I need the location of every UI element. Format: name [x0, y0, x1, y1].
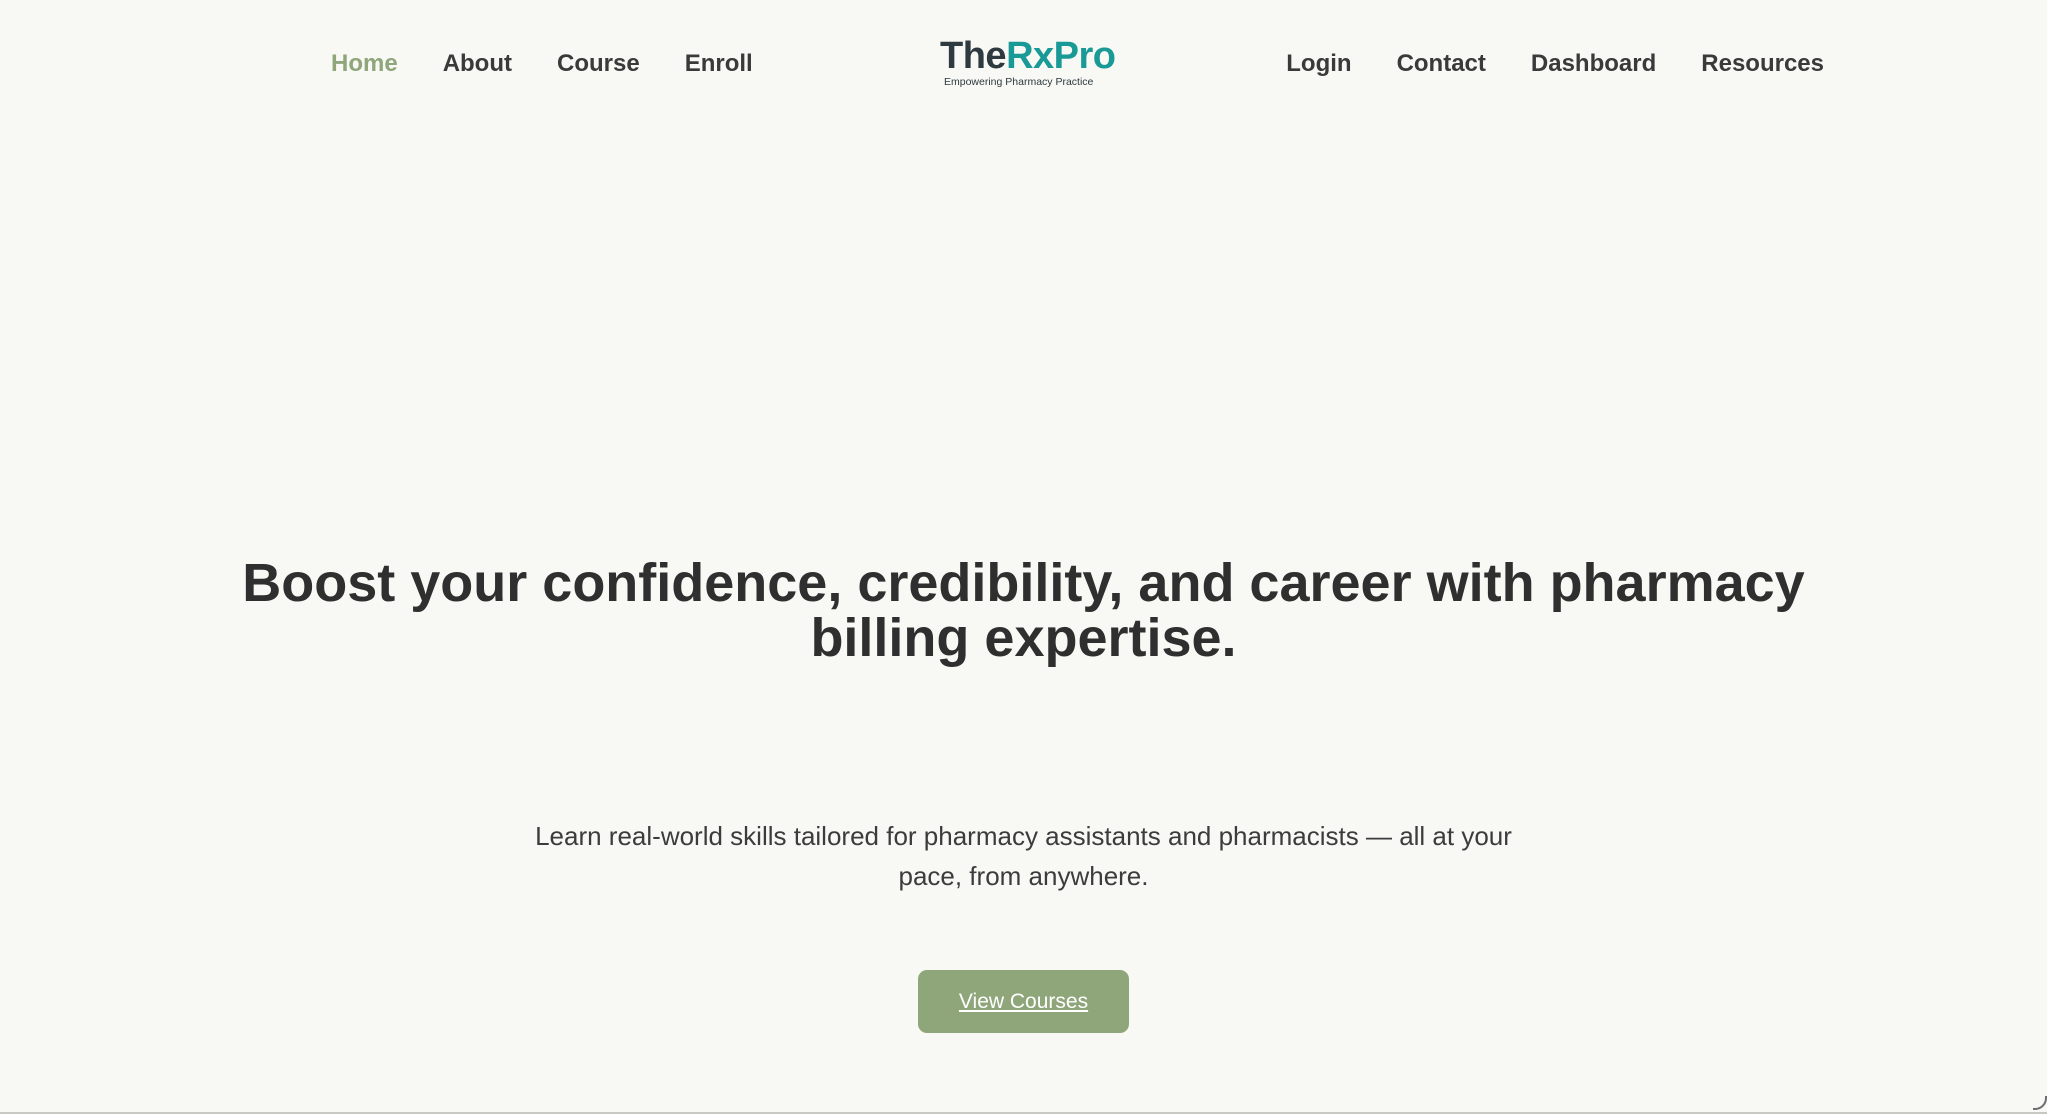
nav-link-enroll[interactable]: Enroll — [685, 48, 753, 80]
primary-nav-right: Login Contact Dashboard Resources — [1286, 48, 1824, 80]
primary-nav-left: Home About Course Enroll — [331, 48, 753, 80]
nav-link-course[interactable]: Course — [557, 48, 640, 80]
logo-wordmark-the: The — [940, 35, 1007, 77]
view-courses-button[interactable]: View Courses — [918, 970, 1129, 1033]
page: Home About Course Enroll TheRxPro Empowe… — [0, 0, 2047, 1114]
nav-link-resources[interactable]: Resources — [1701, 48, 1824, 80]
hero-subtitle: Learn real-world skills tailored for pha… — [535, 821, 1512, 891]
logo-wordmark: TheRxPro — [940, 35, 1116, 77]
window-corner — [2033, 1096, 2047, 1110]
site-header: Home About Course Enroll TheRxPro Empowe… — [0, 0, 2047, 130]
logo-tagline: Empowering Pharmacy Practice — [944, 76, 1094, 88]
nav-link-login[interactable]: Login — [1286, 48, 1351, 80]
nav-link-about[interactable]: About — [443, 48, 512, 80]
hero-title: Boost your confidence, credibility, and … — [242, 553, 1805, 668]
nav-link-dashboard[interactable]: Dashboard — [1531, 48, 1656, 80]
logo-wordmark-rxpro: RxPro — [1006, 35, 1116, 77]
nav-link-home[interactable]: Home — [331, 48, 398, 80]
site-logo[interactable]: TheRxPro Empowering Pharmacy Practice — [940, 35, 1116, 90]
nav-link-contact[interactable]: Contact — [1397, 48, 1486, 80]
